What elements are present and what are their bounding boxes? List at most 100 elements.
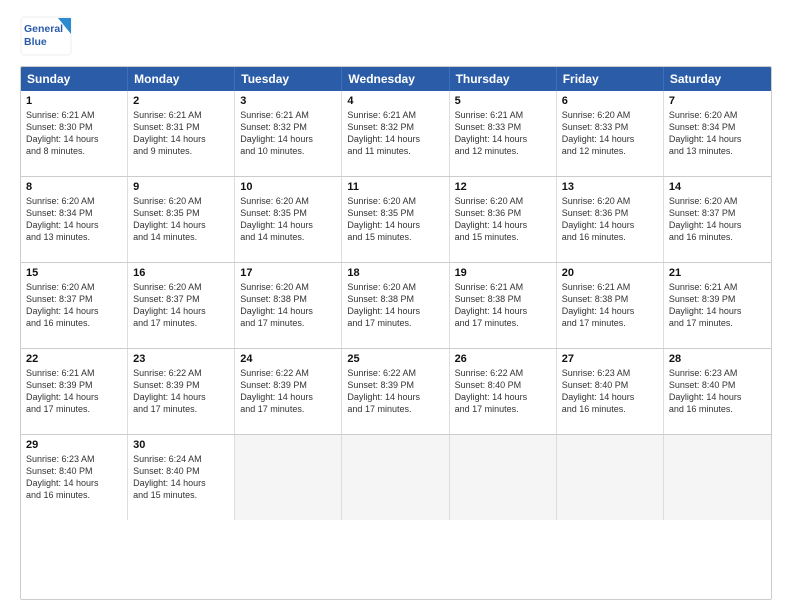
calendar-cell: 14Sunrise: 6:20 AMSunset: 8:37 PMDayligh…: [664, 177, 771, 262]
cell-line: and 17 minutes.: [455, 403, 551, 415]
day-number: 4: [347, 95, 443, 107]
cal-header-day: Friday: [557, 67, 664, 91]
cell-line: Daylight: 14 hours: [240, 305, 336, 317]
page: General Blue SundayMondayTuesdayWednesda…: [0, 0, 792, 612]
cell-line: and 16 minutes.: [26, 317, 122, 329]
calendar-cell: 3Sunrise: 6:21 AMSunset: 8:32 PMDaylight…: [235, 91, 342, 176]
cell-line: Sunrise: 6:20 AM: [26, 281, 122, 293]
day-number: 16: [133, 267, 229, 279]
cell-line: Daylight: 14 hours: [26, 477, 122, 489]
day-number: 30: [133, 439, 229, 451]
cell-line: Daylight: 14 hours: [133, 391, 229, 403]
cell-line: Sunrise: 6:23 AM: [669, 367, 766, 379]
calendar-cell: [450, 435, 557, 520]
cell-line: Sunset: 8:32 PM: [347, 121, 443, 133]
cell-line: Sunset: 8:37 PM: [133, 293, 229, 305]
cell-line: Sunset: 8:39 PM: [133, 379, 229, 391]
cell-line: and 17 minutes.: [347, 403, 443, 415]
cell-line: Daylight: 14 hours: [26, 133, 122, 145]
cell-line: Sunrise: 6:20 AM: [669, 195, 766, 207]
cell-line: and 17 minutes.: [562, 317, 658, 329]
cell-line: Sunset: 8:33 PM: [455, 121, 551, 133]
cell-line: Sunset: 8:38 PM: [455, 293, 551, 305]
logo: General Blue: [20, 16, 72, 56]
cell-line: Sunrise: 6:21 AM: [455, 109, 551, 121]
cell-line: Sunset: 8:37 PM: [669, 207, 766, 219]
cell-line: and 13 minutes.: [26, 231, 122, 243]
cell-line: Sunset: 8:35 PM: [347, 207, 443, 219]
cell-line: Sunrise: 6:21 AM: [669, 281, 766, 293]
cell-line: Sunset: 8:39 PM: [26, 379, 122, 391]
calendar-cell: [342, 435, 449, 520]
day-number: 29: [26, 439, 122, 451]
calendar-row: 29Sunrise: 6:23 AMSunset: 8:40 PMDayligh…: [21, 434, 771, 520]
cell-line: Sunrise: 6:21 AM: [26, 367, 122, 379]
cell-line: Sunset: 8:37 PM: [26, 293, 122, 305]
day-number: 8: [26, 181, 122, 193]
cal-header-day: Thursday: [450, 67, 557, 91]
day-number: 10: [240, 181, 336, 193]
calendar-row: 22Sunrise: 6:21 AMSunset: 8:39 PMDayligh…: [21, 348, 771, 434]
calendar-header: SundayMondayTuesdayWednesdayThursdayFrid…: [21, 67, 771, 91]
cell-line: Daylight: 14 hours: [26, 391, 122, 403]
calendar-cell: 20Sunrise: 6:21 AMSunset: 8:38 PMDayligh…: [557, 263, 664, 348]
calendar-cell: 5Sunrise: 6:21 AMSunset: 8:33 PMDaylight…: [450, 91, 557, 176]
calendar-cell: 19Sunrise: 6:21 AMSunset: 8:38 PMDayligh…: [450, 263, 557, 348]
cell-line: Sunrise: 6:20 AM: [26, 195, 122, 207]
day-number: 25: [347, 353, 443, 365]
cell-line: Daylight: 14 hours: [562, 133, 658, 145]
calendar-cell: [235, 435, 342, 520]
cell-line: Daylight: 14 hours: [669, 391, 766, 403]
calendar-cell: 22 Sunrise: 6:21 AMSunset: 8:39 PMDayligh…: [21, 349, 128, 434]
cell-line: Daylight: 14 hours: [455, 391, 551, 403]
calendar-cell: 8Sunrise: 6:20 AMSunset: 8:34 PMDaylight…: [21, 177, 128, 262]
cell-line: Daylight: 14 hours: [347, 219, 443, 231]
cell-line: Sunset: 8:32 PM: [240, 121, 336, 133]
cell-line: Daylight: 14 hours: [347, 305, 443, 317]
cell-line: and 16 minutes.: [669, 403, 766, 415]
cell-line: and 15 minutes.: [133, 489, 229, 501]
cell-line: Sunset: 8:39 PM: [347, 379, 443, 391]
cell-line: Daylight: 14 hours: [133, 133, 229, 145]
calendar-cell: 25Sunrise: 6:22 AMSunset: 8:39 PMDayligh…: [342, 349, 449, 434]
calendar-cell: 9Sunrise: 6:20 AMSunset: 8:35 PMDaylight…: [128, 177, 235, 262]
day-number: 7: [669, 95, 766, 107]
cell-line: Sunrise: 6:20 AM: [455, 195, 551, 207]
calendar-cell: 12Sunrise: 6:20 AMSunset: 8:36 PMDayligh…: [450, 177, 557, 262]
calendar: SundayMondayTuesdayWednesdayThursdayFrid…: [20, 66, 772, 600]
calendar-cell: 28Sunrise: 6:23 AMSunset: 8:40 PMDayligh…: [664, 349, 771, 434]
calendar-cell: 6Sunrise: 6:20 AMSunset: 8:33 PMDaylight…: [557, 91, 664, 176]
day-number: 18: [347, 267, 443, 279]
day-number: 13: [562, 181, 658, 193]
day-number: 15: [26, 267, 122, 279]
calendar-cell: 4Sunrise: 6:21 AMSunset: 8:32 PMDaylight…: [342, 91, 449, 176]
cell-line: Sunrise: 6:21 AM: [455, 281, 551, 293]
day-number: 9: [133, 181, 229, 193]
calendar-cell: 1Sunrise: 6:21 AMSunset: 8:30 PMDaylight…: [21, 91, 128, 176]
cell-line: Sunset: 8:38 PM: [562, 293, 658, 305]
calendar-cell: 13Sunrise: 6:20 AMSunset: 8:36 PMDayligh…: [557, 177, 664, 262]
cell-line: Sunrise: 6:22 AM: [133, 367, 229, 379]
cell-line: and 15 minutes.: [455, 231, 551, 243]
day-number: 21: [669, 267, 766, 279]
cell-line: Daylight: 14 hours: [133, 305, 229, 317]
cell-line: Sunrise: 6:21 AM: [133, 109, 229, 121]
day-number: 28: [669, 353, 766, 365]
calendar-cell: 11Sunrise: 6:20 AMSunset: 8:35 PMDayligh…: [342, 177, 449, 262]
calendar-cell: 17Sunrise: 6:20 AMSunset: 8:38 PMDayligh…: [235, 263, 342, 348]
cell-line: and 14 minutes.: [240, 231, 336, 243]
cell-line: Sunset: 8:40 PM: [562, 379, 658, 391]
cell-line: Sunrise: 6:20 AM: [347, 281, 443, 293]
cell-line: Sunrise: 6:21 AM: [26, 109, 122, 121]
cell-line: Sunset: 8:36 PM: [455, 207, 551, 219]
cell-line: and 12 minutes.: [562, 145, 658, 157]
day-number: 22: [26, 353, 122, 365]
cell-line: Sunrise: 6:23 AM: [562, 367, 658, 379]
cell-line: and 16 minutes.: [26, 489, 122, 501]
cell-line: and 13 minutes.: [669, 145, 766, 157]
day-number: 20: [562, 267, 658, 279]
cell-line: Daylight: 14 hours: [562, 305, 658, 317]
cell-line: and 16 minutes.: [669, 231, 766, 243]
cell-line: Daylight: 14 hours: [240, 391, 336, 403]
cell-line: Sunset: 8:34 PM: [26, 207, 122, 219]
